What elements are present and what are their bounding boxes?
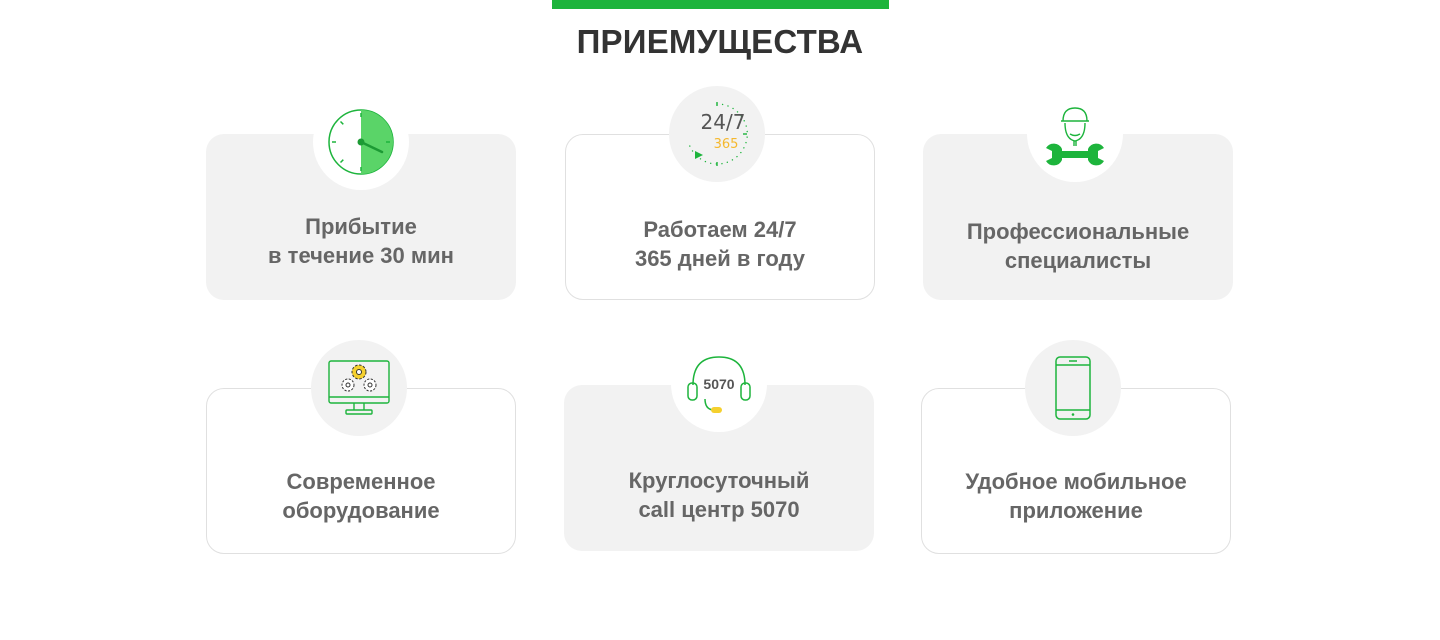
advantage-title-line: оборудование [282, 498, 440, 523]
advantage-card-text: Круглосуточный call центр 5070 [564, 466, 874, 524]
advantage-card-text: Профессиональные специалисты [923, 217, 1233, 275]
mechanic-icon [1027, 86, 1123, 182]
advantage-title-line: Профессиональные [966, 219, 1190, 244]
monitor-gears-icon [311, 340, 407, 436]
advantage-title-line: Удобное мобильное [965, 469, 1187, 494]
advantage-title-line: call центр 5070 [638, 497, 800, 522]
smartphone-icon [1025, 340, 1121, 436]
clock-24-7-icon: 24/7 365 [669, 86, 765, 182]
accent-bar [552, 0, 889, 9]
advantage-card-text: Прибытие в течение 30 мин [206, 212, 516, 270]
headset-icon: 5070 [671, 336, 767, 432]
stopwatch-icon [313, 94, 409, 190]
section-title: ПРИЕМУЩЕСТВА [576, 23, 864, 60]
advantages-section: ПРИЕМУЩЕСТВА Прибытие в течение 30 мин Р… [0, 0, 1440, 640]
advantage-card-text: Удобное мобильное приложение [922, 467, 1230, 525]
advantage-title-line: в течение 30 мин [268, 243, 454, 268]
advantage-title-line: Работаем 24/7 [643, 217, 797, 242]
icon-label-5070: 5070 [703, 376, 734, 392]
advantage-card-text: Современное оборудование [207, 467, 515, 525]
advantage-card-text: Работаем 24/7 365 дней в году [566, 215, 874, 273]
icon-label-365: 365 [714, 137, 739, 152]
advantage-title-line: Современное [286, 469, 436, 494]
advantage-title-line: Круглосуточный [628, 468, 810, 493]
icon-label-24-7: 24/7 [701, 110, 746, 134]
advantage-title-line: специалисты [1004, 248, 1152, 273]
advantage-title-line: 365 дней в году [634, 246, 806, 271]
advantage-title-line: Прибытие [305, 214, 417, 239]
advantage-title-line: приложение [1009, 498, 1143, 523]
